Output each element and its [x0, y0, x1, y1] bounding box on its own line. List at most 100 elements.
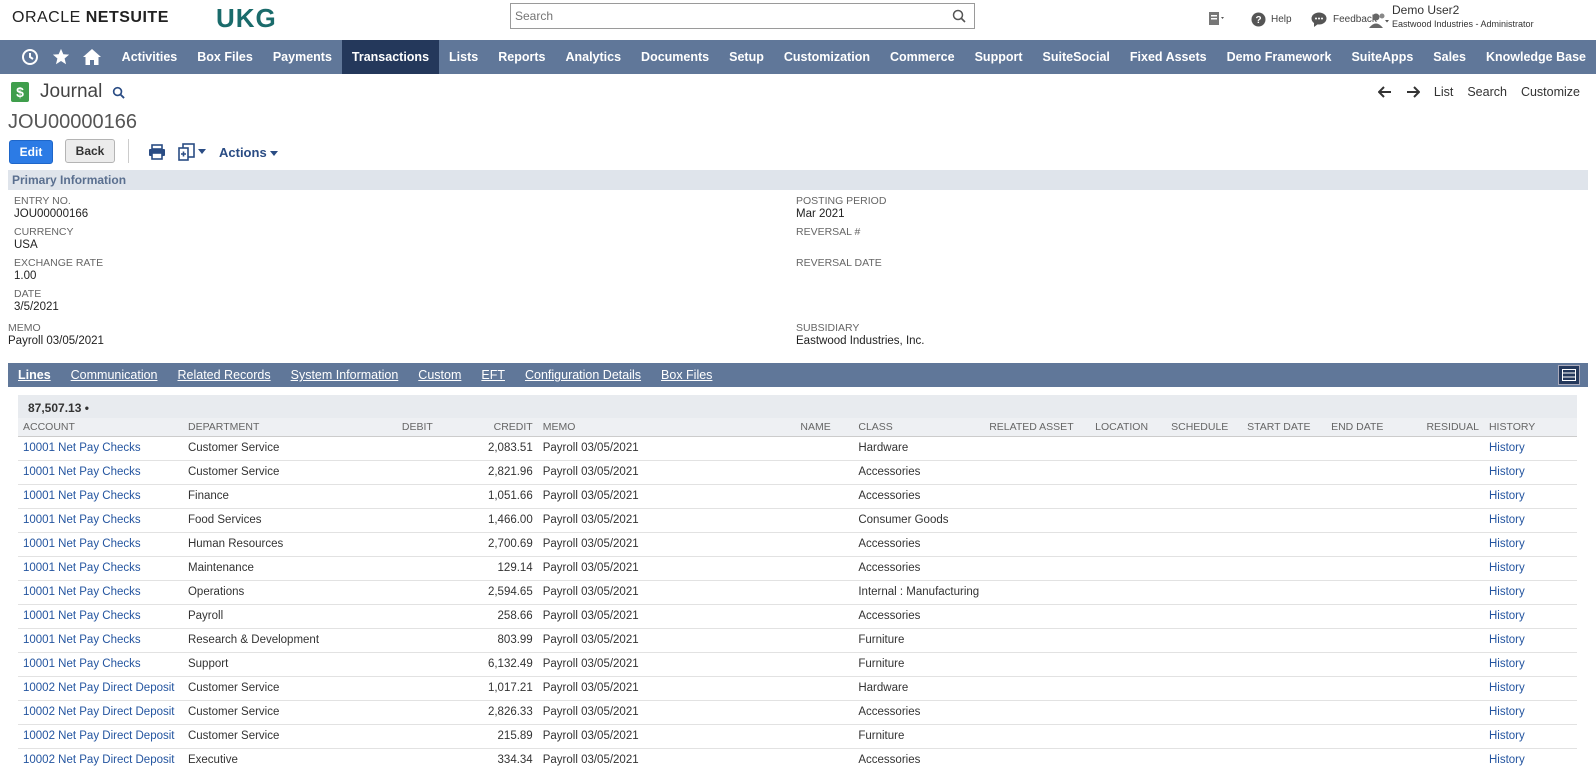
actions-menu[interactable]: Actions — [219, 145, 279, 160]
account-cell[interactable]: 10001 Net Pay Checks — [18, 556, 183, 581]
history-link[interactable]: History — [1483, 580, 1577, 605]
account-cell[interactable]: 10001 Net Pay Checks — [18, 652, 183, 677]
back-button[interactable]: Back — [65, 139, 115, 163]
history-link[interactable]: History — [1483, 652, 1577, 677]
account-cell[interactable]: 10001 Net Pay Checks — [18, 532, 183, 557]
history-link[interactable]: History — [1483, 748, 1577, 768]
col-start-date[interactable]: START DATE — [1242, 418, 1327, 437]
oracle-netsuite-logo[interactable]: ORACLE NETSUITE — [12, 9, 169, 27]
nav-commerce[interactable]: Commerce — [880, 40, 965, 74]
col-class[interactable]: CLASS — [853, 418, 985, 437]
ukg-logo[interactable]: UKG — [216, 3, 277, 34]
history-link[interactable]: History — [1483, 556, 1577, 581]
expand-collapse-toggle[interactable] — [1558, 365, 1580, 385]
col-name[interactable]: NAME — [795, 418, 854, 437]
col-end-date[interactable]: END DATE — [1326, 418, 1407, 437]
nav-sales[interactable]: Sales — [1423, 40, 1476, 74]
nav-demo-framework[interactable]: Demo Framework — [1217, 40, 1342, 74]
recent-records-nav[interactable] — [15, 40, 46, 74]
print-icon[interactable] — [148, 144, 166, 163]
home-nav[interactable] — [77, 40, 108, 74]
tab-system-information[interactable]: System Information — [281, 368, 409, 382]
account-cell[interactable]: 10001 Net Pay Checks — [18, 436, 183, 461]
history-link[interactable]: History — [1483, 460, 1577, 485]
col-history[interactable]: HISTORY — [1483, 418, 1577, 437]
shortcuts-nav[interactable] — [46, 40, 77, 74]
nav-support[interactable]: Support — [965, 40, 1033, 74]
nav-activities[interactable]: Activities — [112, 40, 188, 74]
col-schedule[interactable]: SCHEDULE — [1166, 418, 1243, 437]
make-copy-menu[interactable] — [178, 143, 206, 161]
list-link[interactable]: List — [1434, 85, 1453, 99]
nav-box-files[interactable]: Box Files — [187, 40, 263, 74]
history-link[interactable]: History — [1483, 604, 1577, 629]
nav-fixed-assets[interactable]: Fixed Assets — [1120, 40, 1217, 74]
tab-eft[interactable]: EFT — [471, 368, 515, 382]
account-cell[interactable]: 10001 Net Pay Checks — [18, 580, 183, 605]
col-account[interactable]: ACCOUNT — [18, 418, 183, 437]
account-cell[interactable]: 10001 Net Pay Checks — [18, 484, 183, 509]
nav-payments[interactable]: Payments — [263, 40, 342, 74]
col-credit[interactable]: CREDIT — [437, 418, 538, 437]
class-cell: Hardware — [853, 676, 985, 701]
col-debit[interactable]: DEBIT — [357, 418, 438, 437]
department-cell: Research & Development — [182, 628, 358, 653]
nav-documents[interactable]: Documents — [631, 40, 719, 74]
help-link[interactable]: ? Help — [1251, 6, 1292, 32]
account-cell[interactable]: 10002 Net Pay Direct Deposit — [18, 676, 183, 701]
col-related-asset[interactable]: RELATED ASSET — [984, 418, 1091, 437]
subsidiary-value[interactable]: Eastwood Industries, Inc. — [796, 335, 924, 348]
home-icon — [83, 49, 102, 65]
account-cell[interactable]: 10002 Net Pay Direct Deposit — [18, 748, 183, 768]
user-menu-toggle[interactable] — [1368, 7, 1390, 33]
department-cell: Payroll — [182, 604, 358, 629]
nav-analytics[interactable]: Analytics — [555, 40, 631, 74]
tab-communication[interactable]: Communication — [61, 368, 168, 382]
search-link[interactable]: Search — [1467, 85, 1507, 99]
col-memo[interactable]: MEMO — [537, 418, 796, 437]
search-records-icon[interactable] — [112, 86, 126, 99]
nav-lists[interactable]: Lists — [439, 40, 488, 74]
posting-period-value[interactable]: Mar 2021 — [796, 208, 886, 221]
search-icon[interactable] — [952, 9, 966, 26]
search-input[interactable] — [511, 4, 931, 28]
col-department[interactable]: DEPARTMENT — [182, 418, 358, 437]
nav-reports[interactable]: Reports — [488, 40, 555, 74]
account-cell[interactable]: 10001 Net Pay Checks — [18, 604, 183, 629]
tab-custom[interactable]: Custom — [408, 368, 471, 382]
recent-records-menu[interactable] — [1207, 6, 1227, 32]
nav-suiteapps[interactable]: SuiteApps — [1341, 40, 1423, 74]
tab-configuration-details[interactable]: Configuration Details — [515, 368, 651, 382]
history-link[interactable]: History — [1483, 724, 1577, 749]
history-link[interactable]: History — [1483, 532, 1577, 557]
account-cell[interactable]: 10002 Net Pay Direct Deposit — [18, 724, 183, 749]
history-link[interactable]: History — [1483, 628, 1577, 653]
tab-related-records[interactable]: Related Records — [168, 368, 281, 382]
edit-button[interactable]: Edit — [9, 140, 53, 164]
history-link[interactable]: History — [1483, 700, 1577, 725]
entry-no-value: JOU00000166 — [14, 208, 89, 220]
nav-knowledge-base[interactable]: Knowledge Base — [1476, 40, 1596, 74]
nav-suitesocial[interactable]: SuiteSocial — [1033, 40, 1120, 74]
nav-setup[interactable]: Setup — [719, 40, 774, 74]
account-cell[interactable]: 10001 Net Pay Checks — [18, 460, 183, 485]
history-link[interactable]: History — [1483, 508, 1577, 533]
history-link[interactable]: History — [1483, 676, 1577, 701]
customize-link[interactable]: Customize — [1521, 85, 1580, 99]
col-location[interactable]: LOCATION — [1090, 418, 1167, 437]
tab-box-files[interactable]: Box Files — [651, 368, 722, 382]
next-record-icon[interactable] — [1406, 86, 1420, 98]
col-residual[interactable]: RESIDUAL — [1406, 418, 1484, 437]
user-info[interactable]: Demo User2 Eastwood Industries - Adminis… — [1392, 3, 1592, 31]
global-search[interactable] — [510, 3, 975, 29]
account-cell[interactable]: 10002 Net Pay Direct Deposit — [18, 700, 183, 725]
nav-customization[interactable]: Customization — [774, 40, 880, 74]
previous-record-icon[interactable] — [1377, 86, 1392, 98]
tab-lines[interactable]: Lines — [8, 368, 61, 382]
account-cell[interactable]: 10001 Net Pay Checks — [18, 508, 183, 533]
account-cell[interactable]: 10001 Net Pay Checks — [18, 628, 183, 653]
history-link[interactable]: History — [1483, 436, 1577, 461]
nav-transactions[interactable]: Transactions — [341, 40, 440, 74]
primary-information-header[interactable]: Primary Information — [8, 170, 1588, 190]
history-link[interactable]: History — [1483, 484, 1577, 509]
